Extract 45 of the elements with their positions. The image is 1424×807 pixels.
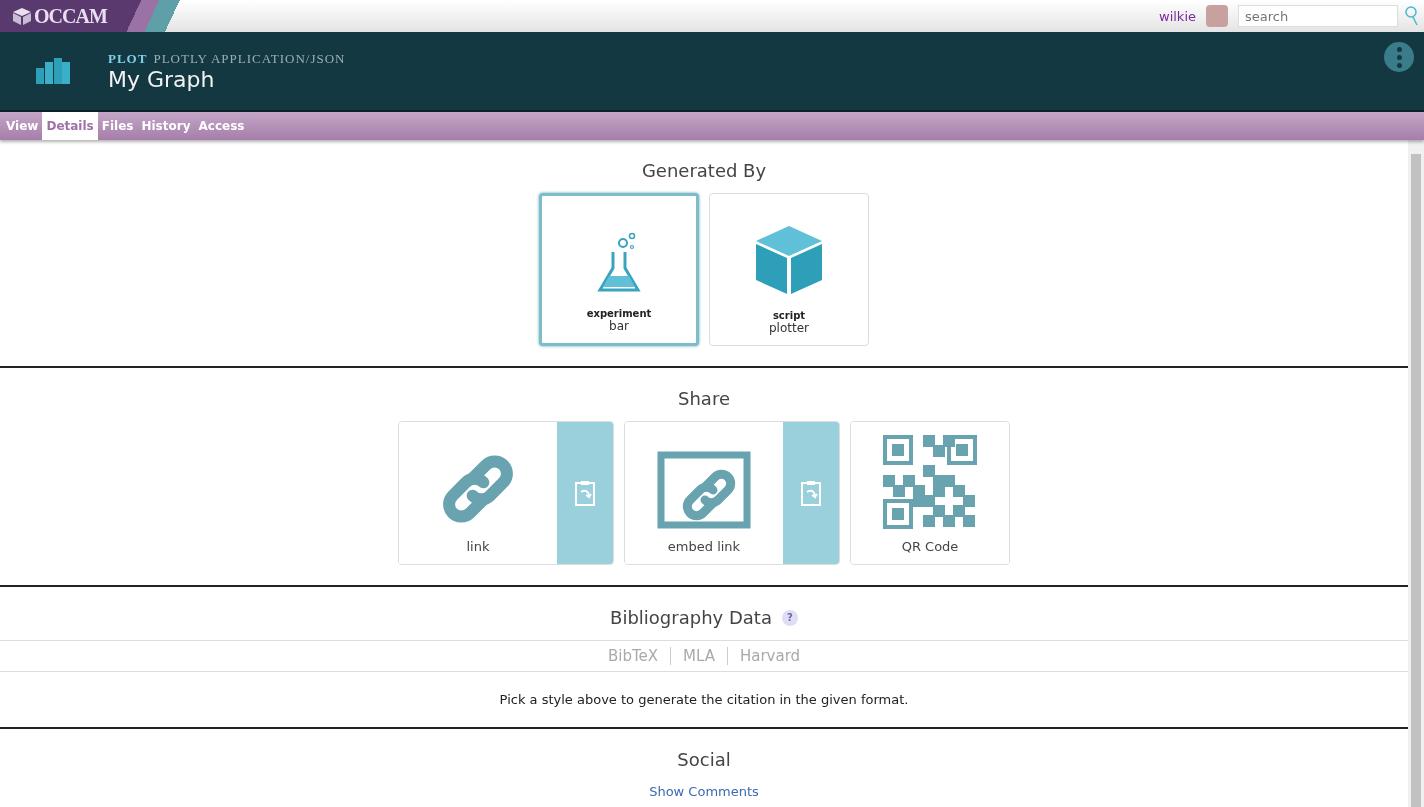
- citation-style-link[interactable]: Harvard: [726, 647, 813, 665]
- cube-icon: [754, 224, 824, 296]
- citation-style-link[interactable]: BibTeX: [595, 647, 671, 665]
- embedded-link-icon: [657, 451, 751, 529]
- scrollbar[interactable]: [1408, 140, 1424, 807]
- avatar-placeholder[interactable]: [1206, 5, 1228, 27]
- qr-code-icon: [883, 435, 977, 529]
- tab[interactable]: History: [137, 112, 195, 140]
- citation-message: Pick a style above to generate the citation in the given format.: [499, 692, 909, 707]
- bar-chart-icon: [36, 56, 70, 86]
- clipboard-icon: [800, 479, 822, 507]
- tab[interactable]: Details: [42, 112, 98, 140]
- cube-logo-icon: [12, 7, 32, 25]
- share-label: link: [466, 539, 490, 554]
- section-heading: Social: [677, 749, 731, 770]
- show-comments-link[interactable]: Show Comments: [649, 784, 759, 799]
- copy-button[interactable]: [557, 422, 613, 564]
- card-type: experiment: [586, 308, 652, 319]
- card-type: script: [772, 310, 806, 321]
- generator-card[interactable]: experiment bar: [539, 193, 699, 346]
- more-options-button[interactable]: [1384, 42, 1414, 72]
- generator-card[interactable]: script plotter: [709, 193, 869, 346]
- card-name: plotter: [769, 321, 809, 335]
- search-icon: [1404, 6, 1418, 26]
- object-title: My Graph: [108, 66, 216, 92]
- clipboard-icon: [574, 479, 596, 507]
- tab[interactable]: Files: [97, 112, 138, 140]
- share-label: QR Code: [901, 539, 959, 554]
- username-link[interactable]: wilkie: [1159, 8, 1196, 24]
- citation-style-link[interactable]: MLA: [670, 647, 727, 665]
- search-field[interactable]: search: [1238, 5, 1398, 27]
- object-subtype: PLOTLY APPLICATION/JSON: [153, 50, 346, 67]
- tab[interactable]: Access: [194, 112, 249, 140]
- section-heading: Generated By: [641, 160, 767, 181]
- share-label: embed link: [667, 539, 741, 554]
- section-heading: Share: [678, 388, 730, 409]
- share-option[interactable]: QR Code: [851, 422, 1009, 564]
- tab[interactable]: View: [2, 112, 43, 140]
- logo-text: OCCAM: [34, 4, 107, 28]
- section-heading: Bibliography Data: [610, 607, 772, 628]
- help-icon[interactable]: ?: [781, 609, 798, 626]
- object-type: PLOT: [108, 50, 148, 67]
- flask-icon: [594, 230, 644, 294]
- card-name: bar: [609, 319, 629, 333]
- copy-button[interactable]: [783, 422, 839, 564]
